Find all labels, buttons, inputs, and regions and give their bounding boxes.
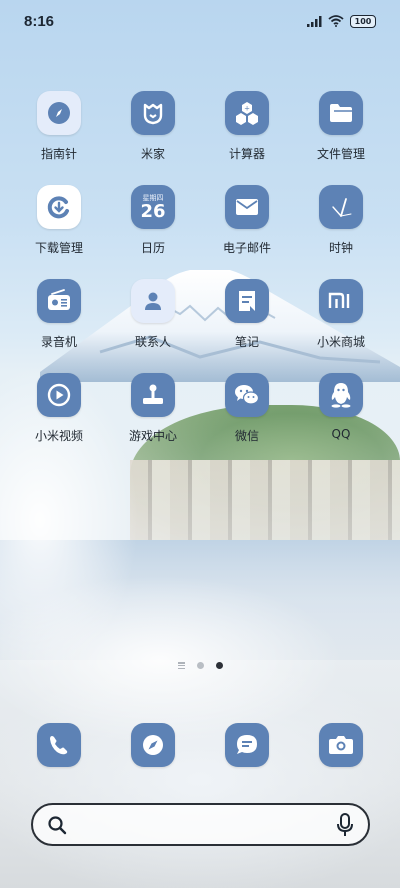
minus-one-screen-indicator xyxy=(177,662,185,669)
signal-icon xyxy=(307,15,322,27)
contacts-icon xyxy=(131,279,175,323)
app-mi-store[interactable]: 小米商城 xyxy=(296,279,386,350)
app-label: 录音机 xyxy=(40,335,77,349)
app-label: QQ xyxy=(331,427,351,441)
notes-icon xyxy=(225,279,269,323)
app-label: 计算器 xyxy=(228,147,265,161)
mi-store-icon xyxy=(319,279,363,323)
phone-icon xyxy=(50,736,68,755)
wifi-icon xyxy=(328,15,344,27)
clock-icon xyxy=(319,185,363,229)
svg-text:+: + xyxy=(244,105,250,113)
app-wechat[interactable]: 微信 xyxy=(202,373,292,444)
app-label: 米家 xyxy=(140,147,165,161)
app-game-center[interactable]: 游戏中心 xyxy=(108,373,198,444)
download-icon xyxy=(37,185,81,229)
camera-icon xyxy=(329,736,353,754)
app-label: 微信 xyxy=(234,429,259,443)
app-qq[interactable]: QQ xyxy=(296,373,386,441)
dock-browser[interactable] xyxy=(131,723,175,767)
battery-level: 100 xyxy=(354,16,372,26)
mail-icon xyxy=(225,185,269,229)
search-bar[interactable] xyxy=(31,803,370,846)
app-mi-video[interactable]: 小米视频 xyxy=(14,373,104,444)
folder-icon xyxy=(319,91,363,135)
mic-icon[interactable] xyxy=(336,812,354,837)
qq-icon xyxy=(319,373,363,417)
browser-icon xyxy=(143,735,163,755)
app-label: 联系人 xyxy=(134,335,171,349)
app-label: 指南针 xyxy=(40,147,77,161)
battery-icon: 100 xyxy=(350,14,376,28)
app-calendar[interactable]: 星期四 26 日历 xyxy=(108,185,198,256)
app-contacts[interactable]: 联系人 xyxy=(108,279,198,350)
app-clock[interactable]: 时钟 xyxy=(296,185,386,256)
app-email[interactable]: 电子邮件 xyxy=(202,185,292,256)
app-label: 下载管理 xyxy=(34,241,83,255)
app-mijia[interactable]: 米家 xyxy=(108,91,198,162)
app-label: 时钟 xyxy=(328,241,353,255)
app-label: 文件管理 xyxy=(316,147,365,161)
recorder-icon xyxy=(37,279,81,323)
app-notes[interactable]: 笔记 xyxy=(202,279,292,350)
dock-camera[interactable] xyxy=(319,723,363,767)
messages-icon xyxy=(237,735,257,754)
app-label: 游戏中心 xyxy=(128,429,177,443)
app-download-manager[interactable]: 下载管理 xyxy=(14,185,104,256)
app-label: 笔记 xyxy=(234,335,259,349)
calculator-icon: + xyxy=(225,91,269,135)
app-label: 电子邮件 xyxy=(222,241,271,255)
wechat-icon xyxy=(225,373,269,417)
page-indicator[interactable] xyxy=(0,662,400,669)
dock-messages[interactable] xyxy=(225,723,269,767)
app-compass[interactable]: 指南针 xyxy=(14,91,104,162)
status-icons: 100 xyxy=(307,14,376,28)
app-label: 小米商城 xyxy=(316,335,365,349)
page-dot xyxy=(196,662,204,669)
app-label: 小米视频 xyxy=(34,429,83,443)
app-recorder[interactable]: 录音机 xyxy=(14,279,104,350)
clock-time: 8:16 xyxy=(24,12,55,30)
status-bar: 8:16 100 xyxy=(0,0,400,42)
app-label: 日历 xyxy=(140,241,165,255)
calendar-icon: 星期四 26 xyxy=(131,185,175,229)
mijia-icon xyxy=(131,91,175,135)
app-file-manager[interactable]: 文件管理 xyxy=(296,91,386,162)
app-calculator[interactable]: + 计算器 xyxy=(202,91,292,162)
calendar-date: 26 xyxy=(140,200,166,222)
game-center-icon xyxy=(131,373,175,417)
page-dot-active xyxy=(215,662,223,669)
dock-phone[interactable] xyxy=(37,723,81,767)
search-icon xyxy=(48,815,67,834)
video-icon xyxy=(37,373,81,417)
compass-icon xyxy=(37,91,81,135)
